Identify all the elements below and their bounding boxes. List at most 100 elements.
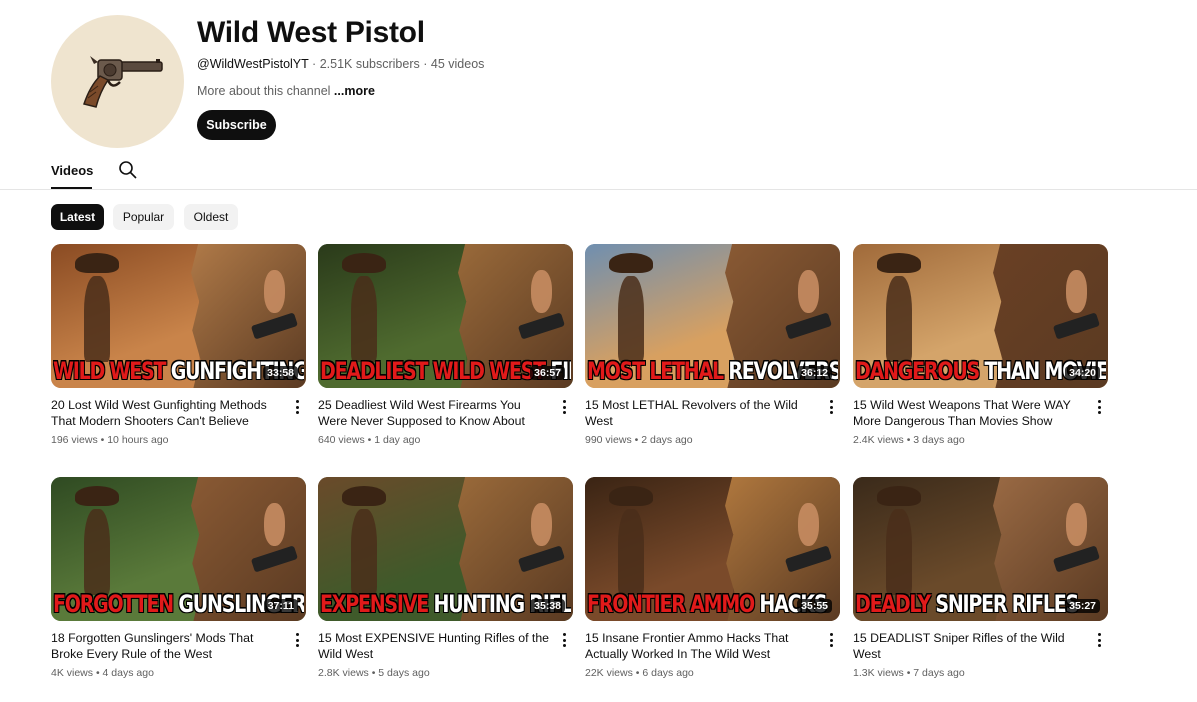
- hand-shape: [263, 269, 285, 314]
- gun-shape: [250, 545, 298, 573]
- channel-meta: @WildWestPistolYT · 2.51K subscribers · …: [197, 57, 484, 71]
- view-count: 196 views: [51, 434, 98, 446]
- video-title[interactable]: 15 Most EXPENSIVE Hunting Rifles of the …: [318, 630, 550, 662]
- subscriber-count: 2.51K subscribers: [319, 57, 420, 71]
- caption-red: FRONTIER AMMO: [587, 590, 755, 619]
- channel-avatar[interactable]: [51, 15, 184, 148]
- video-card[interactable]: DEADLY SNIPER RIFLES 35:27 15 DEADLIST S…: [853, 477, 1108, 679]
- video-title[interactable]: 15 DEADLIST Sniper Rifles of the Wild We…: [853, 630, 1085, 662]
- more-vert-icon[interactable]: [292, 632, 302, 648]
- upload-age: 10 hours ago: [107, 434, 169, 446]
- caption-white: SNIPER RIFLES: [935, 590, 1079, 619]
- upload-age: 1 day ago: [374, 434, 421, 446]
- upload-age: 6 days ago: [642, 667, 694, 679]
- gun-shape: [1052, 545, 1100, 573]
- video-title[interactable]: 18 Forgotten Gunslingers' Mods That Brok…: [51, 630, 283, 662]
- chip-oldest[interactable]: Oldest: [184, 204, 238, 230]
- upload-age: 5 days ago: [378, 667, 430, 679]
- hand-shape: [1065, 269, 1087, 314]
- meta-separator: ·: [423, 57, 428, 71]
- video-thumbnail[interactable]: FRONTIER AMMO HACKS 35:55: [585, 477, 840, 621]
- tab-videos[interactable]: Videos: [51, 163, 93, 178]
- more-vert-icon[interactable]: [826, 632, 836, 648]
- video-duration: 33:58: [263, 366, 298, 380]
- cowboy-figure-shape: [83, 275, 111, 363]
- chip-latest[interactable]: Latest: [51, 204, 104, 230]
- hand-shape: [530, 502, 552, 547]
- cowboy-hat-shape: [74, 252, 120, 273]
- more-vert-icon[interactable]: [1094, 632, 1104, 648]
- video-meta: 2.4K views • 3 days ago: [853, 434, 965, 446]
- cowboy-figure-shape: [617, 508, 645, 596]
- chip-popular[interactable]: Popular: [113, 204, 174, 230]
- caption-red: FORGOTTEN: [53, 590, 174, 619]
- video-title[interactable]: 15 Insane Frontier Ammo Hacks That Actua…: [585, 630, 817, 662]
- view-count: 22K views: [585, 667, 633, 679]
- video-card[interactable]: DANGEROUS THAN MOVIES SHOW 34:20 15 Wild…: [853, 244, 1108, 446]
- caption-red: EXPENSIVE: [320, 590, 429, 619]
- video-duration: 35:27: [1065, 599, 1100, 613]
- video-card[interactable]: WILD WEST GUNFIGHTING METHODS 33:58 20 L…: [51, 244, 306, 446]
- video-card[interactable]: FRONTIER AMMO HACKS 35:55 15 Insane Fron…: [585, 477, 840, 679]
- about-text: More about this channel: [197, 84, 331, 98]
- cowboy-hat-shape: [74, 485, 120, 506]
- search-icon[interactable]: [118, 160, 138, 180]
- more-vert-icon[interactable]: [1094, 399, 1104, 415]
- upload-age: 2 days ago: [641, 434, 693, 446]
- video-duration: 37:11: [263, 599, 298, 613]
- video-thumbnail[interactable]: DEADLY SNIPER RIFLES 35:27: [853, 477, 1108, 621]
- video-card[interactable]: FORGOTTEN GUNSLINGERS MODS 37:11 18 Forg…: [51, 477, 306, 679]
- gun-shape: [784, 545, 832, 573]
- video-thumbnail[interactable]: MOST LETHAL REVOLVERS 36:12: [585, 244, 840, 388]
- video-thumbnail[interactable]: EXPENSIVE HUNTING RIFLES 35:38: [318, 477, 573, 621]
- view-count: 1.3K views: [853, 667, 904, 679]
- video-thumbnail[interactable]: DEADLIEST WILD WEST FIREARMS 36:57: [318, 244, 573, 388]
- video-duration: 35:38: [530, 599, 565, 613]
- video-card[interactable]: DEADLIEST WILD WEST FIREARMS 36:57 25 De…: [318, 244, 573, 446]
- view-count: 4K views: [51, 667, 94, 679]
- cowboy-hat-shape: [608, 252, 654, 273]
- video-duration: 34:20: [1065, 366, 1100, 380]
- caption-red: WILD WEST: [53, 357, 167, 386]
- subscribe-button[interactable]: Subscribe: [197, 110, 276, 140]
- caption-red: DEADLIEST WILD WEST: [320, 357, 546, 386]
- meta-separator: ·: [312, 57, 317, 71]
- cowboy-hat-shape: [876, 485, 922, 506]
- upload-age: 4 days ago: [102, 667, 154, 679]
- video-card[interactable]: MOST LETHAL REVOLVERS 36:12 15 Most LETH…: [585, 244, 840, 446]
- video-title[interactable]: 25 Deadliest Wild West Firearms You Were…: [318, 397, 550, 429]
- cowboy-hat-shape: [608, 485, 654, 506]
- video-card[interactable]: EXPENSIVE HUNTING RIFLES 35:38 15 Most E…: [318, 477, 573, 679]
- gun-shape: [250, 312, 298, 340]
- more-vert-icon[interactable]: [292, 399, 302, 415]
- view-count: 640 views: [318, 434, 365, 446]
- video-meta: 196 views • 10 hours ago: [51, 434, 169, 446]
- video-title[interactable]: 20 Lost Wild West Gunfighting Methods Th…: [51, 397, 283, 429]
- view-count: 990 views: [585, 434, 632, 446]
- video-thumbnail[interactable]: WILD WEST GUNFIGHTING METHODS 33:58: [51, 244, 306, 388]
- view-count: 2.8K views: [318, 667, 369, 679]
- video-title[interactable]: 15 Most LETHAL Revolvers of the Wild Wes…: [585, 397, 817, 429]
- channel-handle: @WildWestPistolYT: [197, 57, 309, 71]
- cowboy-hat-shape: [341, 252, 387, 273]
- video-meta: 640 views • 1 day ago: [318, 434, 420, 446]
- video-thumbnail[interactable]: DANGEROUS THAN MOVIES SHOW 34:20: [853, 244, 1108, 388]
- video-meta: 2.8K views • 5 days ago: [318, 667, 430, 679]
- caption-red: MOST LETHAL: [587, 357, 724, 386]
- video-count: 45 videos: [430, 57, 485, 71]
- more-link[interactable]: ...more: [334, 84, 375, 98]
- channel-about[interactable]: More about this channel ...more: [197, 84, 375, 98]
- channel-name: Wild West Pistol: [197, 16, 425, 49]
- more-vert-icon[interactable]: [559, 399, 569, 415]
- gun-shape: [517, 545, 565, 573]
- more-vert-icon[interactable]: [559, 632, 569, 648]
- cowboy-hat-shape: [876, 252, 922, 273]
- video-title[interactable]: 15 Wild West Weapons That Were WAY More …: [853, 397, 1085, 429]
- cowboy-figure-shape: [83, 508, 111, 596]
- more-vert-icon[interactable]: [826, 399, 836, 415]
- video-meta: 990 views • 2 days ago: [585, 434, 693, 446]
- gun-shape: [784, 312, 832, 340]
- video-duration: 36:12: [797, 366, 832, 380]
- video-meta: 1.3K views • 7 days ago: [853, 667, 965, 679]
- video-thumbnail[interactable]: FORGOTTEN GUNSLINGERS MODS 37:11: [51, 477, 306, 621]
